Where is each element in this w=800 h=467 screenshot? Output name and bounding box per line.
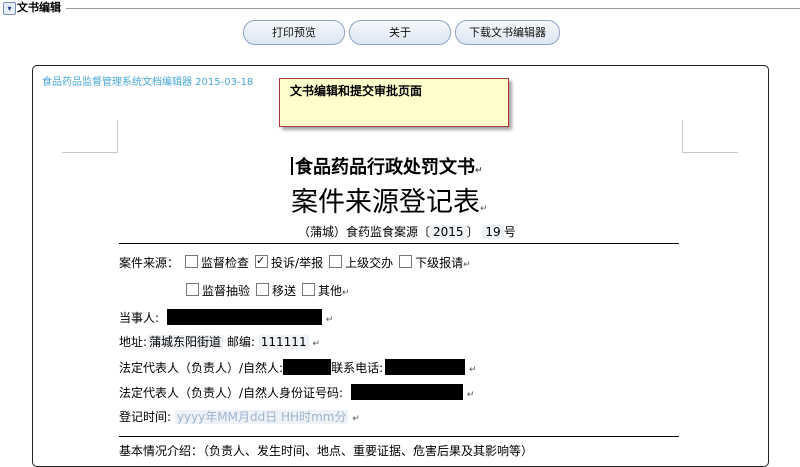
phone-field-redacted[interactable] [385, 359, 466, 375]
checkbox-supervision[interactable] [185, 255, 199, 268]
postcode-field[interactable]: 111111 [258, 335, 309, 349]
panel-title: 文书编辑 [17, 1, 61, 14]
section-rule [119, 243, 679, 244]
registration-time-row: 登记时间: yyyy年MM月dd日 HH时mm分 ↵ [119, 410, 360, 424]
text-cursor [291, 157, 293, 175]
checkbox-complaint[interactable] [255, 253, 269, 269]
id-number-field-redacted[interactable] [350, 384, 463, 400]
checkbox-sampling[interactable] [186, 283, 199, 296]
panel-header: ▾ 文书编辑 [0, 0, 800, 16]
download-editor-button[interactable]: 下载文书编辑器 [455, 20, 560, 45]
year-field[interactable]: 2015 [430, 225, 467, 239]
panel-divider [66, 8, 800, 9]
address-field[interactable]: 蒲城东阳街道 [147, 335, 224, 349]
collapse-toggle-icon[interactable]: ▾ [3, 2, 16, 15]
section-rule-bottom [119, 436, 679, 437]
about-button[interactable]: 关于 [349, 20, 451, 45]
legal-rep-field-redacted[interactable] [283, 359, 332, 375]
case-source-row-2: 监督抽验 移送 其他↵ [180, 283, 350, 301]
address-row: 地址: 蒲城东阳街道 邮编: 111111 ↵ [119, 335, 320, 349]
checkbox-superior[interactable] [329, 255, 343, 268]
page-tooltip: 文书编辑和提交审批页面 [279, 78, 509, 127]
basic-info-label: 基本情况介绍：（负责人、发生时间、地点、重要证据、危害后果及其影响等） [119, 444, 534, 458]
legal-rep-row: 法定代表人（负责人）/自然人: 联系电话: ↵ [119, 359, 477, 375]
id-number-row: 法定代表人（负责人）/自然人身份证号码: ↵ [119, 384, 475, 400]
print-preview-button[interactable]: 打印预览 [243, 20, 345, 45]
checkbox-other[interactable] [302, 283, 316, 296]
document-subtitle[interactable]: 案件来源登记表↵ [291, 180, 488, 219]
document-title[interactable]: 食品药品行政处罚文书↵ [295, 153, 483, 179]
page-margin-corner-top-right [682, 120, 738, 153]
editor-meta: 食品药品监督管理系统文档编辑器 2015-03-18 [42, 77, 254, 88]
page-margin-corner-top-left [62, 120, 118, 153]
document-number: （蒲城）食药监食案源〔 2015 〕 19 号 [298, 225, 516, 239]
registration-time-field[interactable]: yyyy年MM月dd日 HH时mm分 [174, 410, 349, 424]
checkbox-subordinate[interactable] [399, 255, 413, 268]
number-field[interactable]: 19 [482, 225, 504, 239]
party-row: 当事人: ↵ [119, 309, 334, 325]
case-source-row-1: 案件来源：监督检查投诉/举报上级交办下级报请↵ [119, 253, 471, 273]
party-field-redacted[interactable] [166, 309, 322, 325]
checkbox-transfer[interactable] [256, 283, 270, 296]
